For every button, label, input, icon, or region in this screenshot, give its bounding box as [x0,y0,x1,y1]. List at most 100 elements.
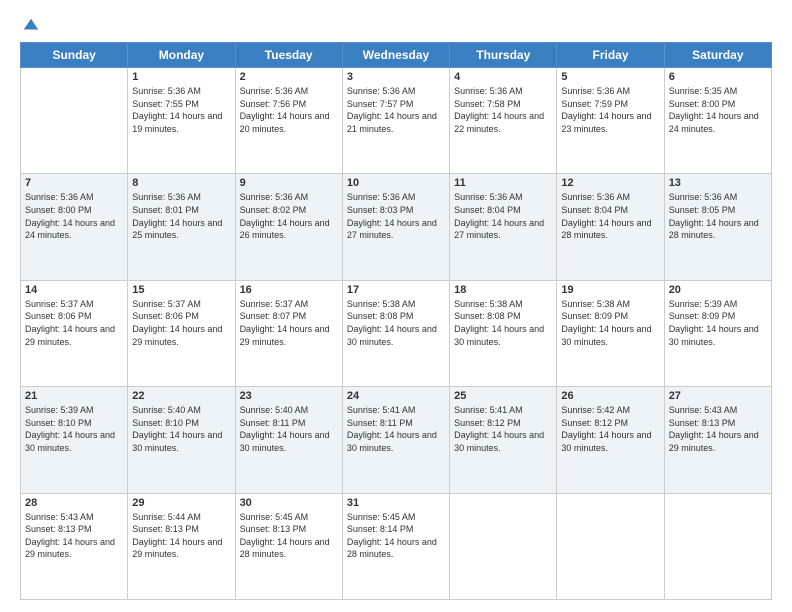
day-info: Sunrise: 5:39 AM Sunset: 8:09 PM Dayligh… [669,298,767,348]
day-info: Sunrise: 5:37 AM Sunset: 8:06 PM Dayligh… [25,298,123,348]
day-number: 24 [347,390,445,402]
day-number: 4 [454,71,552,83]
calendar-week-2: 7 Sunrise: 5:36 AM Sunset: 8:00 PM Daylig… [21,174,772,280]
day-info: Sunrise: 5:36 AM Sunset: 8:03 PM Dayligh… [347,191,445,241]
calendar-cell: 2 Sunrise: 5:36 AM Sunset: 7:56 PM Daylig… [235,68,342,174]
day-info: Sunrise: 5:36 AM Sunset: 7:57 PM Dayligh… [347,85,445,135]
day-info: Sunrise: 5:40 AM Sunset: 8:11 PM Dayligh… [240,404,338,454]
day-number: 9 [240,177,338,189]
weekday-header-thursday: Thursday [450,43,557,68]
calendar-cell [664,493,771,599]
calendar-week-3: 14 Sunrise: 5:37 AM Sunset: 8:06 PM Dayli… [21,280,772,386]
day-info: Sunrise: 5:45 AM Sunset: 8:14 PM Dayligh… [347,511,445,561]
calendar-cell: 20Sunrise: 5:39 AM Sunset: 8:09 PM Dayli… [664,280,771,386]
calendar-cell: 4 Sunrise: 5:36 AM Sunset: 7:58 PM Daylig… [450,68,557,174]
day-number: 28 [25,497,123,509]
calendar-cell: 5 Sunrise: 5:36 AM Sunset: 7:59 PM Daylig… [557,68,664,174]
calendar-cell: 18 Sunrise: 5:38 AM Sunset: 8:08 PM Dayli… [450,280,557,386]
day-info: Sunrise: 5:45 AM Sunset: 8:13 PM Dayligh… [240,511,338,561]
calendar-cell: 17Sunrise: 5:38 AM Sunset: 8:08 PM Dayli… [342,280,449,386]
calendar-cell: 15 Sunrise: 5:37 AM Sunset: 8:06 PM Dayli… [128,280,235,386]
day-number: 19 [561,284,659,296]
calendar-cell: 21 Sunrise: 5:39 AM Sunset: 8:10 PM Dayli… [21,387,128,493]
day-number: 30 [240,497,338,509]
day-number: 8 [132,177,230,189]
calendar-cell: 27Sunrise: 5:43 AM Sunset: 8:13 PM Dayli… [664,387,771,493]
weekday-header-sunday: Sunday [21,43,128,68]
day-info: Sunrise: 5:39 AM Sunset: 8:10 PM Dayligh… [25,404,123,454]
day-info: Sunrise: 5:42 AM Sunset: 8:12 PM Dayligh… [561,404,659,454]
day-number: 12 [561,177,659,189]
logo [20,16,40,34]
day-number: 26 [561,390,659,402]
weekday-header-tuesday: Tuesday [235,43,342,68]
calendar-cell: 1 Sunrise: 5:36 AM Sunset: 7:55 PM Daylig… [128,68,235,174]
day-info: Sunrise: 5:41 AM Sunset: 8:11 PM Dayligh… [347,404,445,454]
day-number: 2 [240,71,338,83]
header [20,16,772,34]
calendar-cell: 30 Sunrise: 5:45 AM Sunset: 8:13 PM Dayli… [235,493,342,599]
day-info: Sunrise: 5:36 AM Sunset: 7:55 PM Dayligh… [132,85,230,135]
day-info: Sunrise: 5:43 AM Sunset: 8:13 PM Dayligh… [669,404,767,454]
calendar-cell: 24 Sunrise: 5:41 AM Sunset: 8:11 PM Dayli… [342,387,449,493]
calendar-cell: 14 Sunrise: 5:37 AM Sunset: 8:06 PM Dayli… [21,280,128,386]
day-info: Sunrise: 5:36 AM Sunset: 7:59 PM Dayligh… [561,85,659,135]
calendar-cell: 25 Sunrise: 5:41 AM Sunset: 8:12 PM Dayli… [450,387,557,493]
day-info: Sunrise: 5:35 AM Sunset: 8:00 PM Dayligh… [669,85,767,135]
day-info: Sunrise: 5:36 AM Sunset: 8:05 PM Dayligh… [669,191,767,241]
calendar-cell: 6 Sunrise: 5:35 AM Sunset: 8:00 PM Daylig… [664,68,771,174]
day-number: 17 [347,284,445,296]
day-info: Sunrise: 5:40 AM Sunset: 8:10 PM Dayligh… [132,404,230,454]
calendar-cell: 3 Sunrise: 5:36 AM Sunset: 7:57 PM Daylig… [342,68,449,174]
calendar-cell: 28 Sunrise: 5:43 AM Sunset: 8:13 PM Dayli… [21,493,128,599]
day-number: 1 [132,71,230,83]
calendar-cell: 19 Sunrise: 5:38 AM Sunset: 8:09 PM Dayli… [557,280,664,386]
day-info: Sunrise: 5:36 AM Sunset: 7:58 PM Dayligh… [454,85,552,135]
weekday-header-friday: Friday [557,43,664,68]
day-number: 22 [132,390,230,402]
logo-icon [22,16,40,34]
calendar-cell: 29 Sunrise: 5:44 AM Sunset: 8:13 PM Dayli… [128,493,235,599]
day-number: 31 [347,497,445,509]
day-info: Sunrise: 5:36 AM Sunset: 8:01 PM Dayligh… [132,191,230,241]
calendar-cell: 16Sunrise: 5:37 AM Sunset: 8:07 PM Dayli… [235,280,342,386]
day-info: Sunrise: 5:38 AM Sunset: 8:08 PM Dayligh… [454,298,552,348]
calendar-page: SundayMondayTuesdayWednesdayThursdayFrid… [0,0,792,612]
calendar-cell: 10 Sunrise: 5:36 AM Sunset: 8:03 PM Dayli… [342,174,449,280]
day-number: 21 [25,390,123,402]
day-info: Sunrise: 5:37 AM Sunset: 8:07 PM Dayligh… [240,298,338,348]
calendar-cell: 26 Sunrise: 5:42 AM Sunset: 8:12 PM Dayli… [557,387,664,493]
day-info: Sunrise: 5:36 AM Sunset: 7:56 PM Dayligh… [240,85,338,135]
day-number: 3 [347,71,445,83]
day-number: 5 [561,71,659,83]
day-info: Sunrise: 5:43 AM Sunset: 8:13 PM Dayligh… [25,511,123,561]
weekday-header-wednesday: Wednesday [342,43,449,68]
day-number: 14 [25,284,123,296]
calendar-cell: 11Sunrise: 5:36 AM Sunset: 8:04 PM Dayli… [450,174,557,280]
calendar-cell: 22 Sunrise: 5:40 AM Sunset: 8:10 PM Dayli… [128,387,235,493]
day-number: 25 [454,390,552,402]
day-info: Sunrise: 5:41 AM Sunset: 8:12 PM Dayligh… [454,404,552,454]
day-number: 7 [25,177,123,189]
day-info: Sunrise: 5:36 AM Sunset: 8:02 PM Dayligh… [240,191,338,241]
day-info: Sunrise: 5:37 AM Sunset: 8:06 PM Dayligh… [132,298,230,348]
weekday-header-monday: Monday [128,43,235,68]
calendar-cell: 9 Sunrise: 5:36 AM Sunset: 8:02 PM Daylig… [235,174,342,280]
day-number: 15 [132,284,230,296]
day-number: 18 [454,284,552,296]
calendar-cell [450,493,557,599]
calendar-cell [557,493,664,599]
day-info: Sunrise: 5:44 AM Sunset: 8:13 PM Dayligh… [132,511,230,561]
day-number: 29 [132,497,230,509]
calendar-cell: 12Sunrise: 5:36 AM Sunset: 8:04 PM Dayli… [557,174,664,280]
day-number: 10 [347,177,445,189]
calendar-cell: 7 Sunrise: 5:36 AM Sunset: 8:00 PM Daylig… [21,174,128,280]
calendar-table: SundayMondayTuesdayWednesdayThursdayFrid… [20,42,772,600]
day-number: 11 [454,177,552,189]
day-number: 6 [669,71,767,83]
day-info: Sunrise: 5:38 AM Sunset: 8:09 PM Dayligh… [561,298,659,348]
day-info: Sunrise: 5:36 AM Sunset: 8:00 PM Dayligh… [25,191,123,241]
calendar-cell: 31 Sunrise: 5:45 AM Sunset: 8:14 PM Dayli… [342,493,449,599]
weekday-header-saturday: Saturday [664,43,771,68]
day-number: 23 [240,390,338,402]
